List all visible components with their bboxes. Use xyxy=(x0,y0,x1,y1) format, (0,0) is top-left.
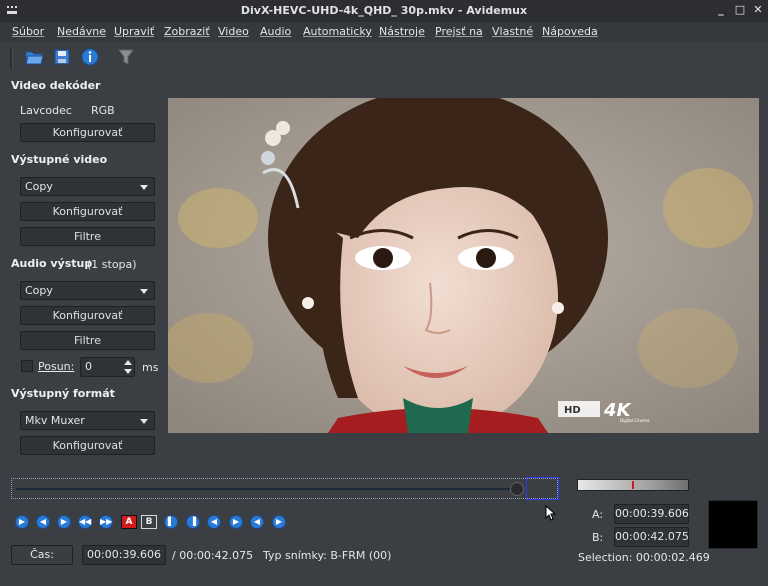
marker-b-time[interactable]: 00:00:42.075 xyxy=(614,527,689,547)
spinner-arrows-icon xyxy=(124,360,132,374)
frame-type-label: Typ snímky: B-FRM (00) xyxy=(263,549,392,562)
current-time-field[interactable]: 00:00:39.606 xyxy=(82,545,166,565)
chevron-down-icon xyxy=(140,419,148,424)
goto-marker-a-icon[interactable]: ◀ xyxy=(207,515,221,529)
previous-cut-icon[interactable]: ▌ xyxy=(164,515,178,529)
video-frame-image: HD 4K Digital Cinema xyxy=(168,98,759,433)
audio-track-count: (1 stopa) xyxy=(87,258,137,271)
thumbnail-preview xyxy=(708,500,758,549)
muxer-configure-button[interactable]: Konfigurovať xyxy=(20,436,155,455)
marker-a-time[interactable]: 00:00:39.606 xyxy=(614,504,689,524)
menu-prejst-na[interactable]: Prejsť na xyxy=(435,25,483,38)
goto-marker-b-icon[interactable]: ▶ xyxy=(229,515,243,529)
marker-a-label: A: xyxy=(592,508,604,521)
decoder-configure-button[interactable]: Konfigurovať xyxy=(20,123,155,142)
next-frame-icon[interactable]: ▶ xyxy=(57,515,71,529)
watermark-sub-text: Digital Cinema xyxy=(620,418,650,423)
selection-duration-label: Selection: 00:00:02.469 xyxy=(578,551,710,564)
seek-handle[interactable] xyxy=(510,482,524,496)
previous-black-frame-icon[interactable]: ◀ xyxy=(250,515,264,529)
muxer-select[interactable]: Mkv Muxer xyxy=(20,411,155,430)
audio-output-heading: Audio výstup xyxy=(11,257,93,270)
menu-video[interactable]: Video xyxy=(218,25,249,38)
mouse-cursor-icon xyxy=(545,505,557,521)
previous-keyframe-icon[interactable]: ◀◀ xyxy=(78,515,92,529)
menu-upravit[interactable]: Upraviť xyxy=(114,25,154,38)
volume-meter-marker xyxy=(632,481,634,489)
minimize-button[interactable]: _ xyxy=(714,3,728,17)
menu-automaticky[interactable]: Automaticky xyxy=(303,25,372,38)
next-cut-icon[interactable]: ▐ xyxy=(186,515,200,529)
menu-nedavne[interactable]: Nedávne xyxy=(57,25,106,38)
menu-vlastne[interactable]: Vlastné xyxy=(492,25,533,38)
audio-shift-checkbox[interactable] xyxy=(21,360,33,372)
seek-bar[interactable] xyxy=(11,477,559,500)
close-button[interactable]: ✕ xyxy=(751,3,765,17)
window-title: DivX-HEVC-UHD-4k_QHD_ 30p.mkv - Avidemux xyxy=(240,4,528,17)
video-configure-button[interactable]: Konfigurovať xyxy=(20,202,155,221)
video-decoder-heading: Video dekóder xyxy=(11,79,101,92)
total-time-label: / 00:00:42.075 xyxy=(172,549,254,562)
set-marker-b-icon[interactable]: B xyxy=(141,515,157,529)
menu-bar: Súbor Nedávne Upraviť Zobraziť Video Aud… xyxy=(0,22,768,42)
marker-b-label: B: xyxy=(592,531,604,544)
output-format-heading: Výstupný formát xyxy=(11,387,115,400)
video-codec-value: Copy xyxy=(25,180,53,193)
toolbar-grip xyxy=(10,47,13,69)
seek-track xyxy=(16,488,517,490)
audio-shift-unit: ms xyxy=(142,361,159,374)
menu-audio[interactable]: Audio xyxy=(260,25,291,38)
next-keyframe-icon[interactable]: ▶▶ xyxy=(99,515,113,529)
filter-icon[interactable] xyxy=(116,47,136,67)
menu-napoveda[interactable]: Nápoveda xyxy=(542,25,598,38)
selection-marker-box xyxy=(526,477,559,500)
next-black-frame-icon[interactable]: ▶ xyxy=(272,515,286,529)
audio-shift-spinner[interactable] xyxy=(122,358,134,376)
decoder-codec-label: Lavcodec xyxy=(20,104,72,117)
toolbar xyxy=(0,42,768,72)
play-icon[interactable]: ▶ xyxy=(15,515,29,529)
set-marker-a-icon[interactable]: A xyxy=(121,515,137,529)
open-icon[interactable] xyxy=(24,47,44,67)
info-icon[interactable] xyxy=(80,47,100,67)
video-codec-select[interactable]: Copy xyxy=(20,177,155,196)
volume-meter xyxy=(577,479,689,491)
save-icon[interactable] xyxy=(52,47,72,67)
audio-configure-button[interactable]: Konfigurovať xyxy=(20,306,155,325)
audio-codec-value: Copy xyxy=(25,284,53,297)
video-preview: HD 4K Digital Cinema xyxy=(168,98,759,433)
muxer-value: Mkv Muxer xyxy=(25,414,85,427)
menu-nastroje[interactable]: Nástroje xyxy=(379,25,425,38)
video-output-heading: Výstupné video xyxy=(11,153,108,166)
time-button[interactable]: Čas: xyxy=(11,545,73,565)
previous-frame-icon[interactable]: ◀ xyxy=(36,515,50,529)
menu-zobrazit[interactable]: Zobraziť xyxy=(164,25,210,38)
audio-codec-select[interactable]: Copy xyxy=(20,281,155,300)
hd-badge-text: HD xyxy=(564,405,581,416)
chevron-down-icon xyxy=(140,185,148,190)
maximize-button[interactable]: □ xyxy=(733,3,747,17)
decoder-format-label: RGB xyxy=(91,104,115,117)
title-bar: DivX-HEVC-UHD-4k_QHD_ 30p.mkv - Avidemux… xyxy=(0,0,768,22)
audio-shift-label: Posun: xyxy=(38,360,75,373)
video-filters-button[interactable]: Filtre xyxy=(20,227,155,246)
chevron-down-icon xyxy=(140,289,148,294)
menu-subor[interactable]: Súbor xyxy=(12,25,44,38)
audio-filters-button[interactable]: Filtre xyxy=(20,331,155,350)
